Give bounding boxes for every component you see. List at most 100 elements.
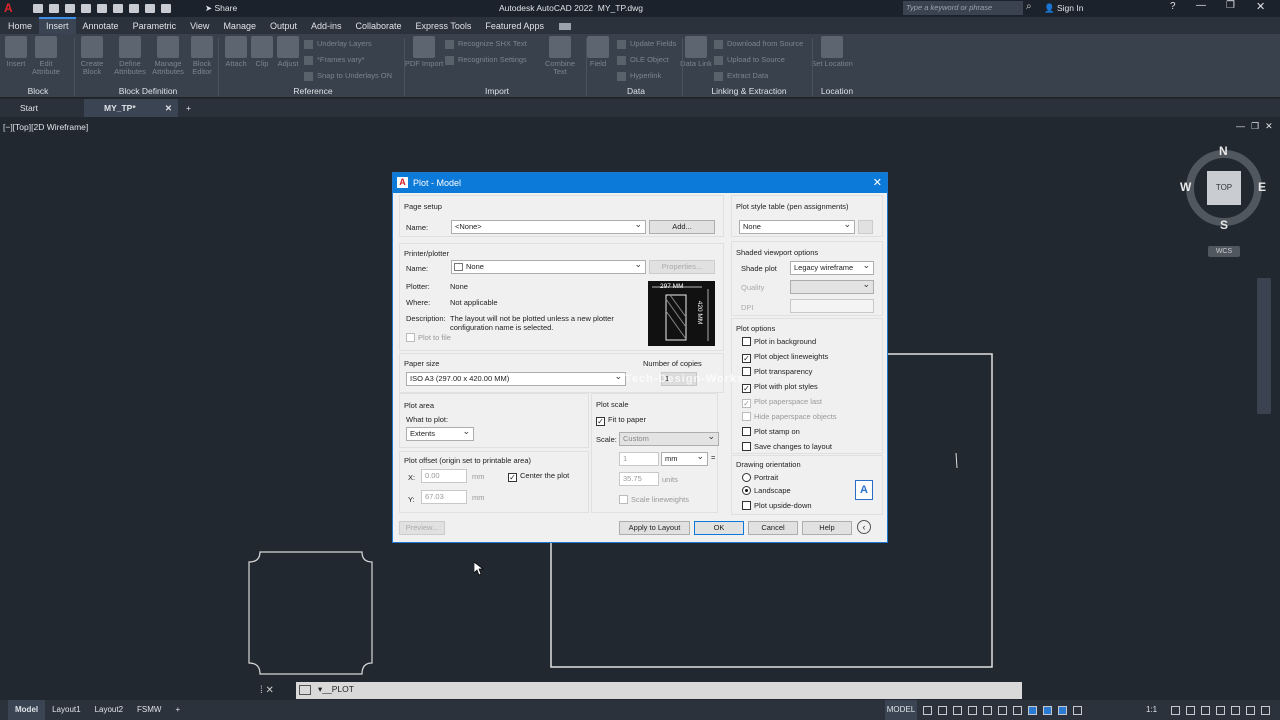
shade-plot-select[interactable]: Legacy wireframe xyxy=(790,261,874,275)
scale-select[interactable]: Custom xyxy=(619,432,719,446)
ribbon-field-button[interactable]: Field xyxy=(578,36,618,68)
page-setup-name-select[interactable]: <None> xyxy=(451,220,646,234)
redo-icon[interactable] xyxy=(161,4,171,14)
plot-option-checkbox[interactable]: Hide paperspace objects xyxy=(742,412,837,422)
ribbon-combine-text-button[interactable]: Combine Text xyxy=(540,36,580,76)
command-line[interactable]: ▾__PLOT xyxy=(296,682,1022,699)
scale-lineweights-checkbox[interactable]: Scale lineweights xyxy=(619,495,689,505)
plot-option-checkbox[interactable]: Plot in background xyxy=(742,337,816,347)
tab-output[interactable]: Output xyxy=(263,18,304,35)
tab-express-tools[interactable]: Express Tools xyxy=(409,18,479,35)
web-open-icon[interactable] xyxy=(97,4,107,14)
featured-apps-toggle-icon[interactable] xyxy=(558,23,571,31)
ribbon-upload-to-source[interactable]: Upload to Source xyxy=(714,54,785,66)
compass-south[interactable]: S xyxy=(1220,218,1228,232)
viewcube-top-face[interactable]: TOP xyxy=(1207,171,1241,205)
ribbon-edit-attribute-button[interactable]: Edit Attribute xyxy=(26,36,66,76)
save-as-icon[interactable] xyxy=(81,4,91,14)
panel-data[interactable]: Data xyxy=(588,85,684,97)
quality-select[interactable] xyxy=(790,280,874,294)
add-layout-button[interactable]: + xyxy=(168,700,187,720)
portrait-radio[interactable]: Portrait xyxy=(742,473,778,483)
ribbon-hyperlink[interactable]: Hyperlink xyxy=(617,70,661,82)
new-tab-button[interactable]: + xyxy=(170,99,194,117)
preview-button[interactable]: Preview... xyxy=(399,521,445,535)
sign-in-button[interactable]: 👤 Sign In xyxy=(1044,3,1083,14)
wcs-menu[interactable]: WCS xyxy=(1208,246,1240,257)
ribbon-set-location-button[interactable]: Set Location xyxy=(808,36,856,68)
center-plot-checkbox[interactable]: ✓ Center the plot xyxy=(508,471,569,482)
scale-value-1[interactable]: 1 xyxy=(619,452,659,466)
customize-menu-icon[interactable] xyxy=(1261,706,1270,716)
plot-option-checkbox[interactable]: Save changes to layout xyxy=(742,442,832,452)
printer-properties-button[interactable]: Properties... xyxy=(649,260,715,274)
ribbon-define-attributes-button[interactable]: Define Attributes xyxy=(110,36,150,76)
panel-location[interactable]: Location xyxy=(814,85,860,97)
plot-icon[interactable] xyxy=(129,4,139,14)
share-button[interactable]: ➤ Share xyxy=(205,3,237,14)
edit-plot-style-button[interactable] xyxy=(858,220,873,234)
ribbon-underlay-layers[interactable]: Underlay Layers xyxy=(304,38,372,50)
plot-option-checkbox[interactable]: ✓ Plot paperspace last xyxy=(742,397,822,408)
dialog-close-icon[interactable]: ✕ xyxy=(873,173,882,193)
tab-annotate[interactable]: Annotate xyxy=(76,18,126,35)
panel-block[interactable]: Block xyxy=(0,85,76,97)
add-page-setup-button[interactable]: Add... xyxy=(649,220,715,234)
annotation-visibility-icon[interactable] xyxy=(1058,706,1067,716)
minimize-button[interactable]: — xyxy=(1196,0,1206,11)
ribbon--frames-vary-[interactable]: *Frames vary* xyxy=(304,54,365,66)
plot-to-file-checkbox[interactable]: Plot to file xyxy=(406,333,451,343)
compass-north[interactable]: N xyxy=(1219,144,1228,158)
tab-home[interactable]: Home xyxy=(1,18,39,35)
fullscreen-icon[interactable] xyxy=(1246,706,1255,716)
panel-block-definition[interactable]: Block Definition xyxy=(76,85,220,97)
osnap-icon[interactable] xyxy=(983,706,992,716)
dpi-input[interactable] xyxy=(790,299,874,313)
ribbon-extract-data[interactable]: Extract Data xyxy=(714,70,768,82)
layout-tab-layout1[interactable]: Layout1 xyxy=(45,700,87,720)
layout-tab-fsmw[interactable]: FSMW xyxy=(130,700,168,720)
plot-style-select[interactable]: None xyxy=(739,220,855,234)
panel-reference[interactable]: Reference xyxy=(220,85,406,97)
tab-view[interactable]: View xyxy=(183,18,216,35)
app-menu-icon[interactable]: A xyxy=(4,1,18,15)
tab-featured-apps[interactable]: Featured Apps xyxy=(478,18,551,35)
snap-icon[interactable] xyxy=(938,706,947,716)
plot-option-checkbox[interactable]: ✓ Plot object lineweights xyxy=(742,352,828,363)
collapse-options-icon[interactable]: ‹ xyxy=(857,520,871,534)
autoscale-icon[interactable] xyxy=(1073,706,1082,716)
selection-cycling-icon[interactable] xyxy=(1043,706,1052,716)
help-button[interactable]: Help xyxy=(802,521,852,535)
grid-icon[interactable] xyxy=(923,706,932,716)
search-icon[interactable]: ⌕ xyxy=(1026,1,1032,12)
workspace-gear-icon[interactable] xyxy=(1171,706,1180,716)
landscape-radio[interactable]: Landscape xyxy=(742,486,791,496)
offset-x-input[interactable]: 0.00 xyxy=(421,469,467,483)
units-icon[interactable] xyxy=(1201,706,1210,716)
panel-linking-extraction[interactable]: Linking & Extraction xyxy=(684,85,814,97)
ribbon-recognize-shx-text[interactable]: Recognize SHX Text xyxy=(445,38,527,50)
plot-option-checkbox[interactable]: Plot stamp on xyxy=(742,427,800,437)
tab-add-ins[interactable]: Add-ins xyxy=(304,18,349,35)
cancel-button[interactable]: Cancel xyxy=(748,521,798,535)
ribbon-adjust-button[interactable]: Adjust xyxy=(268,36,308,68)
graphics-icon[interactable] xyxy=(1231,706,1240,716)
model-space-button[interactable]: MODEL xyxy=(885,700,917,720)
new-file-icon[interactable] xyxy=(33,4,43,14)
transparency-icon[interactable] xyxy=(1028,706,1037,716)
maximize-button[interactable]: ❐ xyxy=(1226,0,1235,11)
lineweight-icon[interactable] xyxy=(1013,706,1022,716)
printer-name-select[interactable]: None xyxy=(451,260,646,274)
plot-option-checkbox[interactable]: Plot transparency xyxy=(742,367,812,377)
ok-button[interactable]: OK xyxy=(694,521,744,535)
plot-option-checkbox[interactable]: ✓ Plot with plot styles xyxy=(742,382,818,393)
ribbon-pdf-import-button[interactable]: PDF Import xyxy=(404,36,444,68)
navigation-bar[interactable] xyxy=(1257,278,1271,414)
apply-to-layout-button[interactable]: Apply to Layout xyxy=(619,521,690,535)
open-file-icon[interactable] xyxy=(49,4,59,14)
ribbon-snap-to-underlays-on[interactable]: Snap to Underlays ON xyxy=(304,70,392,82)
fit-to-paper-checkbox[interactable]: ✓ Fit to paper xyxy=(596,415,646,426)
command-line-handle[interactable]: ⁞ ✕ 🔧 xyxy=(260,682,280,713)
web-save-icon[interactable] xyxy=(113,4,123,14)
panel-import[interactable]: Import xyxy=(406,85,588,97)
